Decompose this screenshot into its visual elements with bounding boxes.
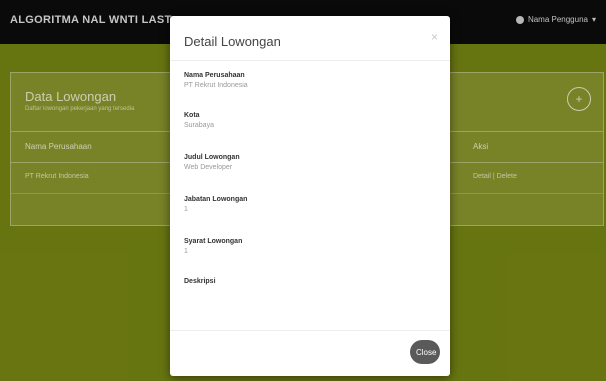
modal-footer-divider — [170, 330, 450, 331]
field-label: Judul Lowongan — [184, 154, 240, 161]
field-label: Nama Perusahaan — [184, 72, 245, 79]
field-description: Deskripsi — [184, 278, 216, 288]
field-label: Deskripsi — [184, 278, 216, 285]
field-value: Surabaya — [184, 122, 214, 129]
field-value: 1 — [184, 206, 188, 213]
modal-header-divider — [170, 60, 450, 61]
field-value: Web Developer — [184, 164, 233, 171]
field-value: PT Rekrut Indonesia — [184, 82, 248, 89]
field-value: 1 — [184, 248, 188, 255]
close-button[interactable]: Close — [410, 340, 440, 364]
field-label: Jabatan Lowongan — [184, 196, 248, 203]
modal-title: Detail Lowongan — [184, 34, 281, 49]
close-icon[interactable]: × — [431, 30, 438, 44]
job-detail-modal: Detail Lowongan × Nama Perusahaan PT Rek… — [170, 16, 450, 376]
field-job-position: Jabatan Lowongan 1 — [184, 196, 247, 213]
field-job-title: Judul Lowongan Web Developer — [184, 154, 240, 171]
field-company: Nama Perusahaan PT Rekrut Indonesia — [184, 72, 248, 89]
field-label: Syarat Lowongan — [184, 238, 243, 245]
field-label: Kota — [184, 112, 200, 119]
field-requirements: Syarat Lowongan 1 — [184, 238, 242, 255]
field-city: Kota Surabaya — [184, 112, 214, 129]
